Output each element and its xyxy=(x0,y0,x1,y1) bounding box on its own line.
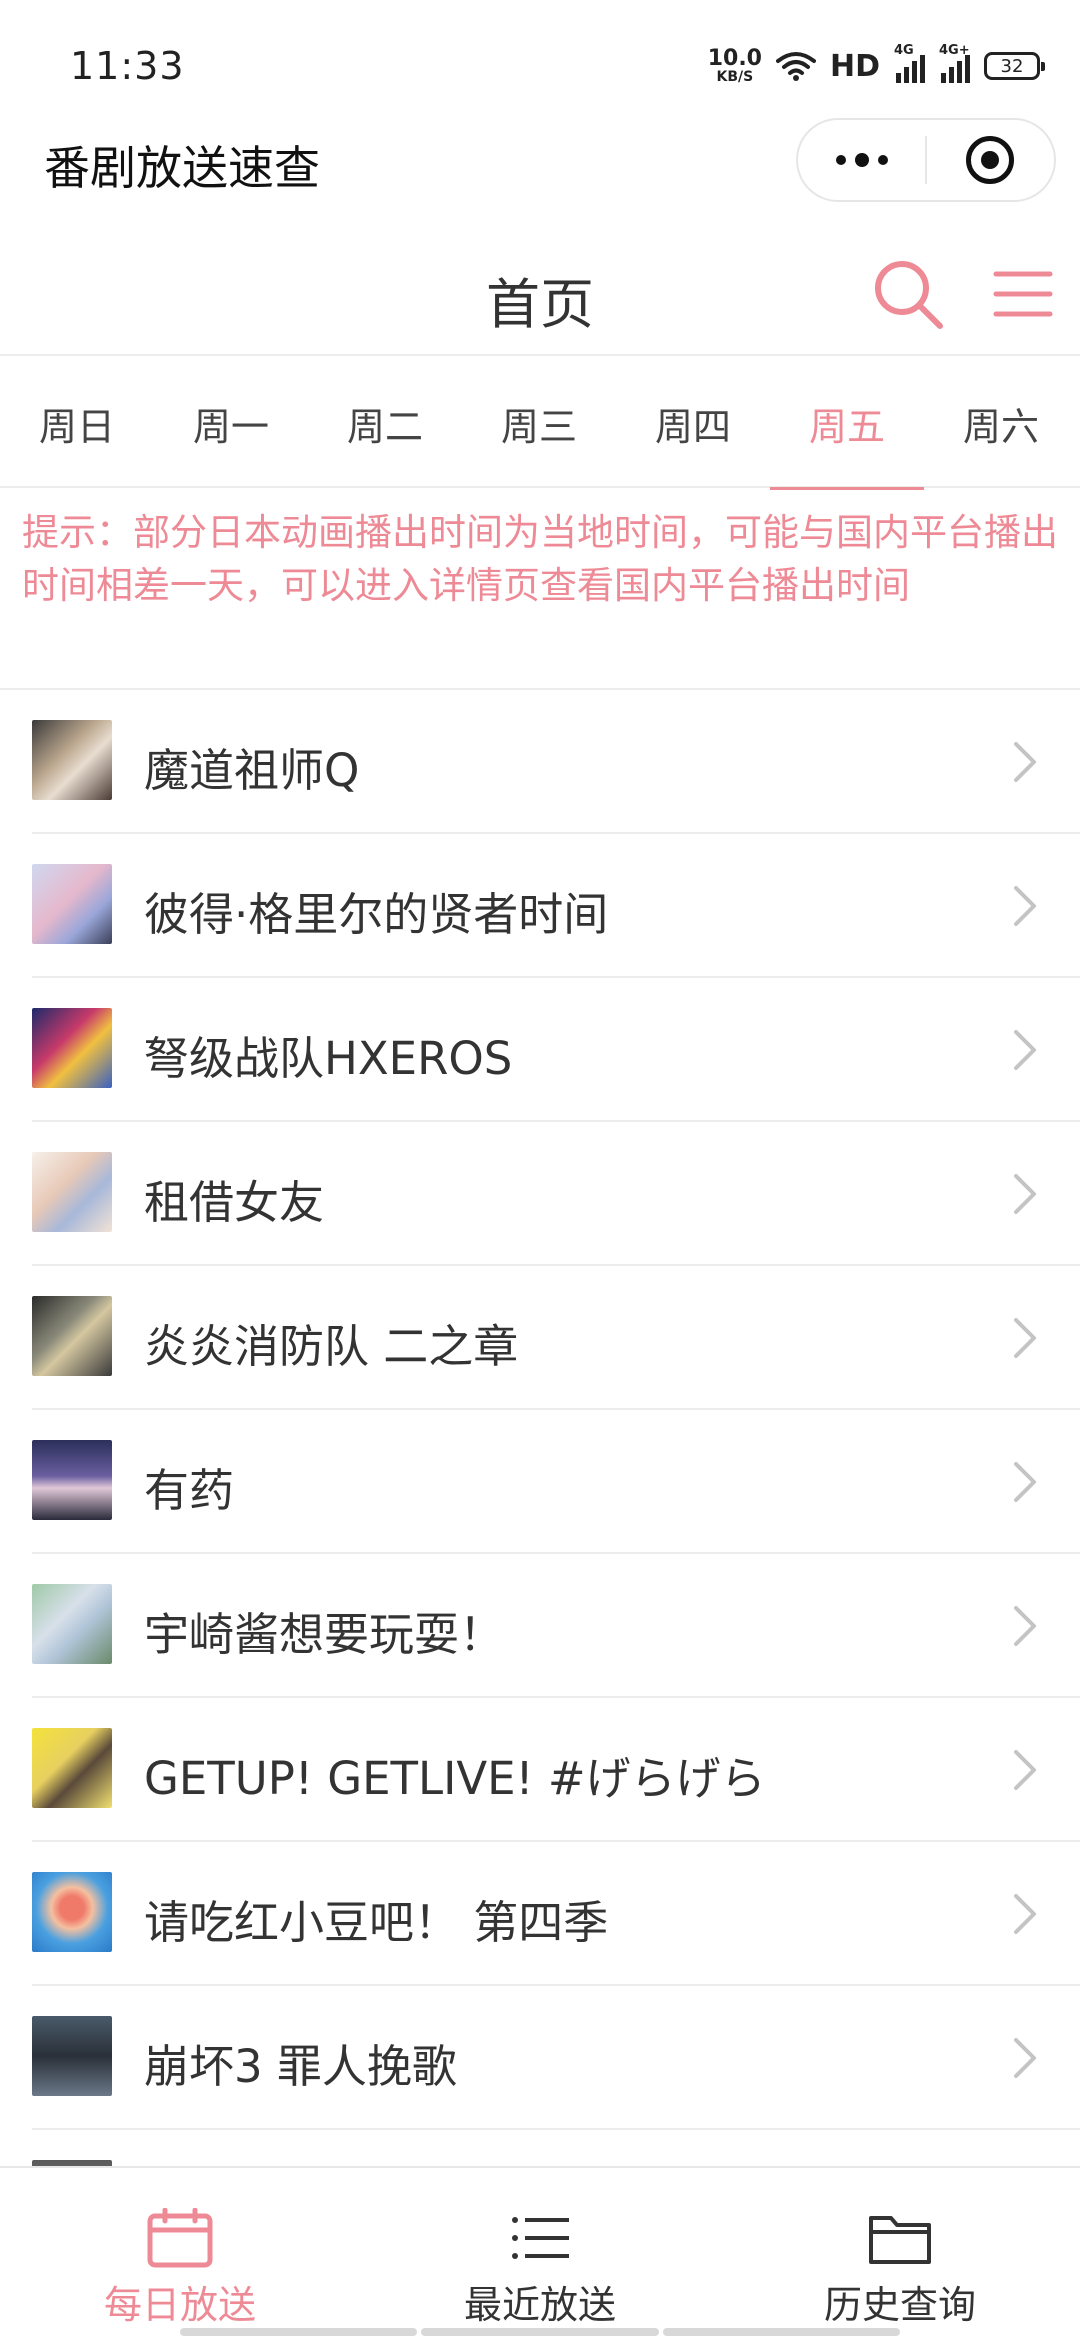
wifi-icon xyxy=(775,52,816,81)
chevron-right-icon xyxy=(1014,1606,1036,1646)
anime-title: 魔道祖师Q xyxy=(144,744,360,797)
network-speed-unit: KB/S xyxy=(716,69,754,85)
signal-icon-2: 4G+ xyxy=(939,43,970,83)
anime-thumbnail xyxy=(32,1440,112,1520)
anime-title: 崩坏3 罪人挽歌 xyxy=(144,2040,457,2093)
anime-thumbnail xyxy=(32,1008,112,1088)
list-item[interactable]: 崩坏3 罪人挽歌 xyxy=(0,1986,1080,2130)
anime-thumbnail xyxy=(32,1584,112,1664)
tab-thursday[interactable]: 周四 xyxy=(616,358,770,488)
list-icon xyxy=(512,2217,569,2259)
anime-thumbnail xyxy=(32,1728,112,1808)
nav-label: 最近放送 xyxy=(463,2283,616,2327)
status-icons: 10.0 KB/S HD 4G 4G+ 32 xyxy=(707,43,1045,88)
more-button[interactable] xyxy=(798,120,925,200)
anime-thumbnail xyxy=(32,1872,112,1952)
weekday-tabs: 周日 周一 周二 周三 周四 周五 周六 xyxy=(0,358,1080,490)
status-time: 11:33 xyxy=(70,44,185,88)
nav-recent-broadcast[interactable]: 最近放送 xyxy=(360,2168,720,2340)
timezone-notice: 提示：部分日本动画播出时间为当地时间，可能与国内平台播出时间相差一天，可以进入详… xyxy=(22,511,1058,607)
chevron-right-icon xyxy=(1014,1462,1036,1502)
list-item[interactable]: GETUP! GETLIVE! #げらげら xyxy=(0,1698,1080,1842)
list-item[interactable]: 魔道祖师Q xyxy=(0,690,1080,834)
anime-title: GETUP! GETLIVE! #げらげら xyxy=(144,1752,766,1805)
anime-title: 请吃红小豆吧！ 第四季 xyxy=(144,1896,609,1949)
anime-title: 彼得·格里尔的贤者时间 xyxy=(144,888,609,941)
chevron-right-icon xyxy=(1014,1750,1036,1790)
close-miniprogram-button[interactable] xyxy=(927,120,1054,200)
network-speed: 10.0 KB/S xyxy=(707,46,762,85)
network-speed-value: 10.0 xyxy=(707,46,762,71)
signal-icon: 4G xyxy=(894,43,925,83)
list-item[interactable]: 弩级战队HXEROS xyxy=(0,978,1080,1122)
nav-daily-broadcast[interactable]: 每日放送 xyxy=(0,2168,360,2340)
page-header: 首页 xyxy=(0,232,1080,356)
status-bar: 11:33 10.0 KB/S HD 4G 4G+ 32 xyxy=(0,0,1080,120)
home-indicator xyxy=(180,2328,900,2336)
target-icon xyxy=(966,136,1015,184)
bottom-nav: 每日放送 最近放送 历史查询 xyxy=(0,2166,1080,2340)
anime-title: 宇崎酱想要玩耍！ xyxy=(144,1608,505,1661)
tab-tuesday[interactable]: 周二 xyxy=(308,358,462,488)
folder-icon xyxy=(869,2216,931,2264)
list-item[interactable]: 炎炎消防队 二之章 xyxy=(0,1266,1080,1410)
anime-title: 有药 xyxy=(144,1464,235,1517)
chevron-right-icon xyxy=(1014,886,1036,926)
nav-label: 历史查询 xyxy=(823,2283,976,2327)
hd-indicator: HD xyxy=(829,48,880,84)
capsule-menu xyxy=(796,118,1056,202)
app-title: 番剧放送速查 xyxy=(44,141,320,195)
list-item[interactable]: 请吃红小豆吧！ 第四季 xyxy=(0,1842,1080,1986)
tab-wednesday[interactable]: 周三 xyxy=(462,358,616,488)
more-dots-icon xyxy=(835,153,888,167)
anime-title: 租借女友 xyxy=(144,1176,325,1229)
list-item[interactable]: 宇崎酱想要玩耍！ xyxy=(0,1554,1080,1698)
anime-title: 弩级战队HXEROS xyxy=(144,1032,513,1085)
nav-history-search[interactable]: 历史查询 xyxy=(720,2168,1080,2340)
anime-thumbnail xyxy=(32,864,112,944)
tab-saturday[interactable]: 周六 xyxy=(924,358,1078,488)
battery-icon: 32 xyxy=(984,52,1045,80)
anime-list: 魔道祖师Q 彼得·格里尔的贤者时间 弩级战队HXEROS 租借女友 炎炎消防队 … xyxy=(0,690,1080,2274)
chevron-right-icon xyxy=(1014,1318,1036,1358)
chevron-right-icon xyxy=(1014,1174,1036,1214)
menu-icon[interactable] xyxy=(990,258,1056,330)
search-icon[interactable] xyxy=(868,254,948,334)
nav-label: 每日放送 xyxy=(103,2283,256,2327)
anime-thumbnail xyxy=(32,1296,112,1376)
list-item[interactable]: 有药 xyxy=(0,1410,1080,1554)
list-item[interactable]: 彼得·格里尔的贤者时间 xyxy=(0,834,1080,978)
chevron-right-icon xyxy=(1014,742,1036,782)
anime-thumbnail xyxy=(32,2016,112,2096)
list-item[interactable]: 租借女友 xyxy=(0,1122,1080,1266)
chevron-right-icon xyxy=(1014,1030,1036,1070)
anime-title: 炎炎消防队 二之章 xyxy=(144,1320,519,1373)
tab-monday[interactable]: 周一 xyxy=(154,358,308,488)
anime-thumbnail xyxy=(32,720,112,800)
chevron-right-icon xyxy=(1014,2038,1036,2078)
tab-friday[interactable]: 周五 xyxy=(770,358,924,490)
chevron-right-icon xyxy=(1014,1894,1036,1934)
anime-thumbnail xyxy=(32,1152,112,1232)
calendar-icon xyxy=(147,2208,213,2268)
tab-sunday[interactable]: 周日 xyxy=(0,358,154,488)
